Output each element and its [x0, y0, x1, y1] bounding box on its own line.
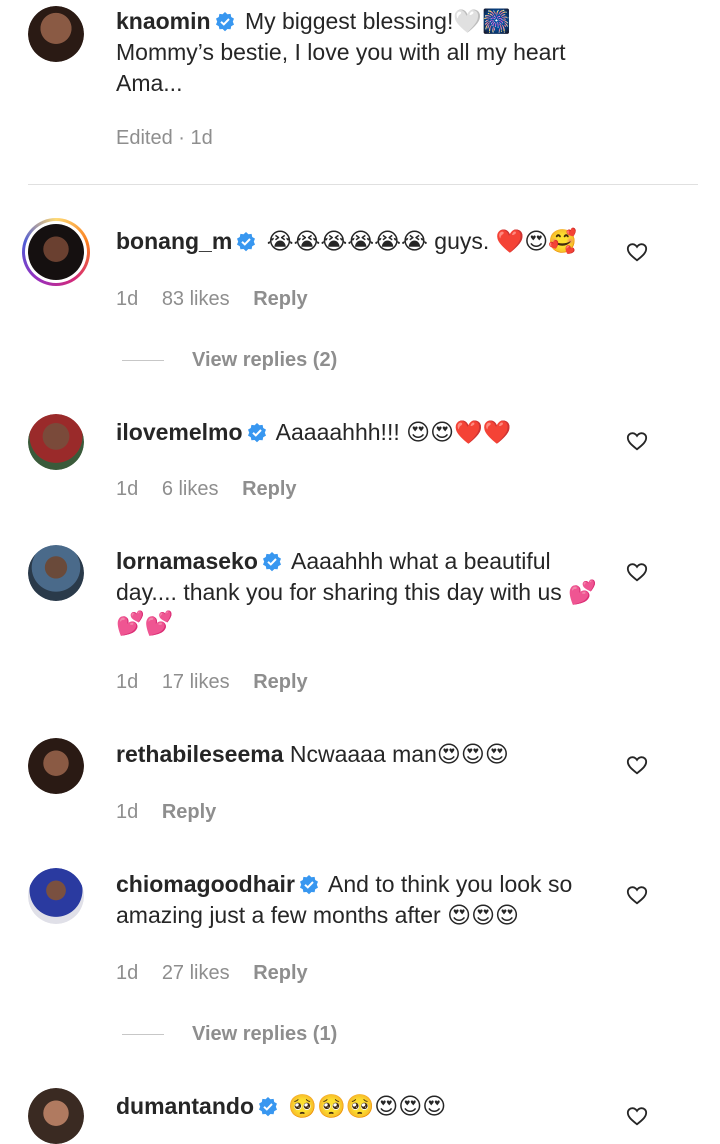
divider-line — [122, 360, 164, 362]
heart-outline-icon[interactable] — [626, 754, 648, 776]
comment-likes[interactable]: 83 likes — [162, 288, 230, 310]
comment-time: 1d — [116, 801, 139, 823]
comment-likes[interactable]: 17 likes — [162, 671, 230, 693]
view-replies-label: View replies (1) — [192, 1023, 338, 1045]
avatar[interactable] — [28, 738, 84, 794]
heart-outline-icon[interactable] — [626, 430, 648, 452]
comment-likes[interactable]: 27 likes — [162, 962, 230, 984]
comment-time: Edited · 1d — [116, 127, 213, 149]
comment-text: Ncwaaaa man😍😍😍 — [289, 741, 509, 767]
reply-button[interactable]: Reply — [162, 801, 216, 823]
reply-button[interactable]: Reply — [253, 288, 307, 310]
comment-username[interactable]: bonang_m — [116, 228, 232, 254]
divider — [28, 184, 698, 185]
verified-badge-icon — [299, 875, 318, 895]
comment-time: 1d — [116, 478, 139, 500]
comment-username[interactable]: lornamaseko — [116, 548, 258, 574]
heart-outline-icon[interactable] — [626, 884, 648, 906]
avatar[interactable] — [28, 414, 84, 470]
comment-time: 1d — [116, 288, 139, 310]
reply-button[interactable]: Reply — [253, 962, 307, 984]
avatar[interactable] — [28, 868, 84, 924]
comment-text: Aaaaahhh!!! 😍😍❤️❤️ — [275, 419, 512, 445]
avatar[interactable] — [28, 545, 84, 601]
verified-badge-icon — [215, 12, 234, 32]
view-replies-label: View replies (2) — [192, 349, 338, 371]
verified-badge-icon — [262, 552, 281, 572]
comment-username[interactable]: rethabileseema — [116, 741, 283, 767]
comment-username[interactable]: chiomagoodhair — [116, 871, 295, 897]
verified-badge-icon — [237, 232, 256, 252]
view-replies-button[interactable]: View replies (1) — [122, 1023, 337, 1046]
view-replies-button[interactable]: View replies (2) — [122, 349, 337, 372]
reply-button[interactable]: Reply — [253, 671, 307, 693]
heart-outline-icon[interactable] — [626, 241, 648, 263]
comment-time: 1d — [116, 671, 139, 693]
comment-time: 1d — [116, 962, 139, 984]
comment-username[interactable]: ilovemelmo — [116, 419, 243, 445]
avatar[interactable] — [22, 218, 90, 286]
comment-username[interactable]: dumantando — [116, 1093, 254, 1119]
verified-badge-icon — [259, 1097, 277, 1117]
divider-line — [122, 1034, 164, 1036]
avatar[interactable] — [28, 6, 84, 62]
comment-text: 🥺🥺🥺😍😍😍 — [288, 1093, 447, 1119]
avatar[interactable] — [28, 1088, 84, 1144]
comment-text: 😭😭😭😭😭😭 guys. ❤️😍🥰 — [266, 228, 577, 254]
verified-badge-icon — [247, 423, 266, 443]
heart-outline-icon[interactable] — [626, 561, 648, 583]
comment-likes[interactable]: 6 likes — [162, 478, 219, 500]
reply-button[interactable]: Reply — [242, 478, 296, 500]
heart-outline-icon[interactable] — [626, 1105, 648, 1127]
comment-username[interactable]: knaomin — [116, 8, 211, 34]
